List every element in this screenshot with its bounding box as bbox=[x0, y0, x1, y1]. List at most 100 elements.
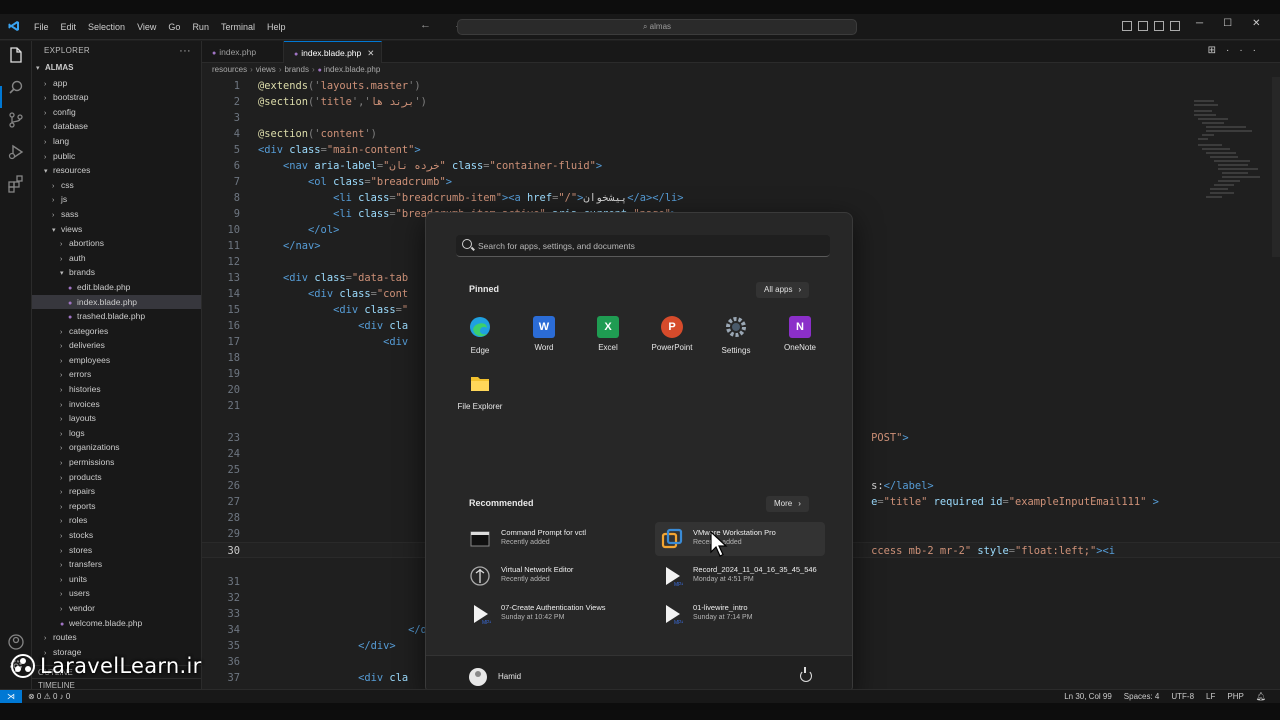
recommended-item[interactable]: MP4 07-Create Authentication Views Sunda… bbox=[463, 597, 633, 631]
breadcrumb-item[interactable]: views bbox=[256, 65, 276, 74]
problems-indicator[interactable]: ⊗ 0 ⚠ 0 ♪ 0 bbox=[28, 690, 70, 703]
run-debug-icon[interactable] bbox=[7, 143, 25, 161]
breadcrumb-item[interactable]: index.blade.php bbox=[324, 65, 381, 74]
code-line[interactable]: 6 <nav aria-label="خرده نان" class="cont… bbox=[202, 158, 1280, 174]
tree-folder[interactable]: ▾ brands bbox=[32, 265, 201, 280]
tab-index-php[interactable]: ● index.php bbox=[202, 41, 284, 63]
tree-folder[interactable]: › js bbox=[32, 192, 201, 207]
close-window-icon[interactable]: ✕ bbox=[1252, 18, 1260, 29]
tree-folder[interactable]: › auth bbox=[32, 251, 201, 266]
tree-folder[interactable]: › users bbox=[32, 586, 201, 601]
editor-scrollbar[interactable] bbox=[1272, 77, 1280, 257]
menu-view[interactable]: View bbox=[131, 20, 162, 34]
source-control-icon[interactable] bbox=[7, 111, 25, 129]
indentation[interactable]: Spaces: 4 bbox=[1124, 690, 1160, 703]
tree-file[interactable]: ● trashed.blade.php bbox=[32, 309, 201, 324]
command-center[interactable]: ⌕ almas bbox=[457, 19, 857, 35]
tree-folder[interactable]: › config bbox=[32, 105, 201, 120]
tree-folder[interactable]: › organizations bbox=[32, 440, 201, 455]
pinned-settings[interactable]: Settings bbox=[704, 316, 768, 355]
user-name[interactable]: Hamid bbox=[498, 672, 521, 681]
code-line[interactable]: 7 <ol class="breadcrumb"> bbox=[202, 174, 1280, 190]
tree-folder[interactable]: › lang bbox=[32, 134, 201, 149]
pinned-edge[interactable]: Edge bbox=[448, 316, 512, 355]
tree-folder[interactable]: › bootstrap bbox=[32, 90, 201, 105]
language-mode[interactable]: PHP bbox=[1227, 690, 1243, 703]
tree-folder[interactable]: › histories bbox=[32, 382, 201, 397]
customize-layout-icon[interactable] bbox=[1170, 21, 1180, 31]
tree-file[interactable]: ● edit.blade.php bbox=[32, 280, 201, 295]
code-line[interactable]: 5 <div class="main-content"> bbox=[202, 142, 1280, 158]
tree-folder[interactable]: › logs bbox=[32, 426, 201, 441]
code-line[interactable]: 1 @extends('layouts.master') bbox=[202, 78, 1280, 94]
recommended-item[interactable]: VMware Workstation Pro Recently added bbox=[655, 522, 825, 556]
toggle-secondary-sidebar-icon[interactable] bbox=[1154, 21, 1164, 31]
more-button[interactable]: More › bbox=[766, 496, 809, 512]
menu-run[interactable]: Run bbox=[186, 20, 215, 34]
tree-folder[interactable]: › abortions bbox=[32, 236, 201, 251]
tree-folder[interactable]: › public bbox=[32, 149, 201, 164]
extensions-icon[interactable] bbox=[7, 175, 25, 193]
pinned-word[interactable]: W Word bbox=[512, 316, 576, 352]
tree-folder[interactable]: › app bbox=[32, 76, 201, 91]
tree-folder[interactable]: › products bbox=[32, 470, 201, 485]
tree-folder[interactable]: › employees bbox=[32, 353, 201, 368]
toggle-panel-icon[interactable] bbox=[1138, 21, 1148, 31]
tree-folder[interactable]: › stores bbox=[32, 543, 201, 558]
minimize-icon[interactable]: ─ bbox=[1196, 18, 1203, 29]
tree-folder[interactable]: › categories bbox=[32, 324, 201, 339]
start-search-box[interactable] bbox=[456, 235, 830, 257]
breadcrumb-item[interactable]: brands bbox=[284, 65, 308, 74]
tree-folder[interactable]: › roles bbox=[32, 513, 201, 528]
menu-selection[interactable]: Selection bbox=[82, 20, 131, 34]
power-icon[interactable] bbox=[800, 667, 812, 682]
tree-folder[interactable]: › invoices bbox=[32, 397, 201, 412]
tree-folder[interactable]: › units bbox=[32, 572, 201, 587]
tree-folder[interactable]: › vendor bbox=[32, 601, 201, 616]
toggle-sidebar-icon[interactable] bbox=[1122, 21, 1132, 31]
menu-help[interactable]: Help bbox=[261, 20, 292, 34]
account-icon[interactable] bbox=[7, 633, 25, 651]
tree-folder[interactable]: › permissions bbox=[32, 455, 201, 470]
recommended-item[interactable]: Command Prompt for vctl Recently added bbox=[463, 522, 633, 556]
split-editor-icon[interactable]: ⊞ bbox=[1208, 45, 1226, 56]
more-actions-icon[interactable]: ··· bbox=[179, 41, 191, 61]
tree-folder[interactable]: › reports bbox=[32, 499, 201, 514]
search-icon[interactable] bbox=[7, 79, 25, 97]
tree-folder[interactable]: › sass bbox=[32, 207, 201, 222]
notifications-bell-icon[interactable]: 🔔︎ bbox=[1256, 690, 1266, 703]
code-line[interactable]: 2 @section('title','برند ها') bbox=[202, 94, 1280, 110]
recommended-item[interactable]: Virtual Network Editor Recently added bbox=[463, 559, 633, 593]
close-tab-icon[interactable]: ✕ bbox=[367, 48, 374, 58]
menu-file[interactable]: File bbox=[28, 20, 55, 34]
end-of-line[interactable]: LF bbox=[1206, 690, 1215, 703]
workspace-root[interactable]: ▾ ALMAS bbox=[32, 61, 201, 76]
pinned-powerpoint[interactable]: P PowerPoint bbox=[640, 316, 704, 352]
recommended-item[interactable]: MP4 01-livewire_intro Sunday at 7:14 PM bbox=[655, 597, 825, 631]
pinned-onenote[interactable]: N OneNote bbox=[768, 316, 832, 352]
start-search-input[interactable] bbox=[478, 238, 818, 254]
breadcrumb-item[interactable]: resources bbox=[212, 65, 247, 74]
pinned-excel[interactable]: X Excel bbox=[576, 316, 640, 352]
more-actions-icon[interactable]: ··· bbox=[1226, 45, 1266, 56]
maximize-icon[interactable]: ☐ bbox=[1223, 18, 1232, 29]
user-avatar[interactable] bbox=[469, 668, 487, 686]
cursor-position[interactable]: Ln 30, Col 99 bbox=[1064, 690, 1112, 703]
tree-folder[interactable]: › deliveries bbox=[32, 338, 201, 353]
minimap[interactable] bbox=[1194, 97, 1264, 207]
tree-file[interactable]: ● index.blade.php bbox=[32, 294, 201, 310]
all-apps-button[interactable]: All apps › bbox=[756, 282, 810, 298]
pinned-file-explorer[interactable]: File Explorer bbox=[448, 372, 512, 411]
tree-folder[interactable]: ▾ views bbox=[32, 222, 201, 237]
code-line[interactable]: 3 bbox=[202, 110, 1280, 126]
tree-folder[interactable]: › css bbox=[32, 178, 201, 193]
tab-index-blade-php[interactable]: ● index.blade.php ✕ bbox=[284, 41, 382, 63]
tree-folder[interactable]: › repairs bbox=[32, 484, 201, 499]
explorer-files-icon[interactable] bbox=[7, 46, 25, 64]
recommended-item[interactable]: MP4 Record_2024_11_04_16_35_45_546 Monda… bbox=[655, 559, 825, 593]
remote-indicator-icon[interactable]: ⋊ bbox=[0, 690, 22, 703]
tree-folder[interactable]: ▾ resources bbox=[32, 163, 201, 178]
menu-go[interactable]: Go bbox=[162, 20, 186, 34]
tree-folder[interactable]: › transfers bbox=[32, 557, 201, 572]
menu-terminal[interactable]: Terminal bbox=[215, 20, 261, 34]
